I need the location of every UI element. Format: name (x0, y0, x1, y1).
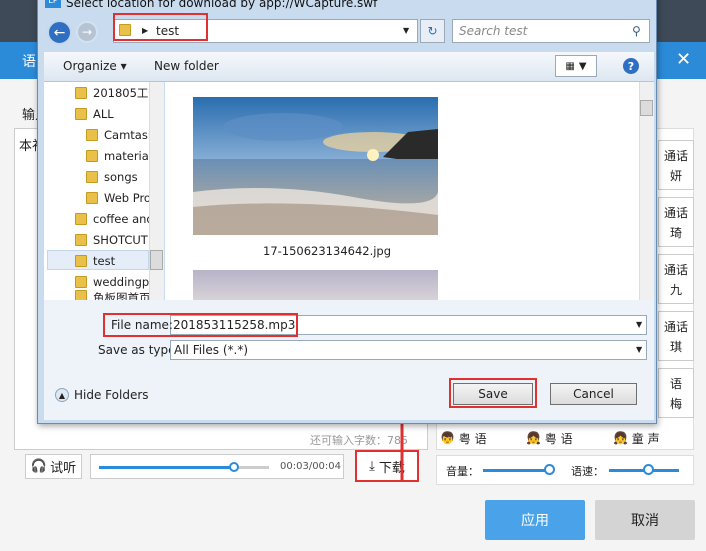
chevron-down-icon[interactable]: ▼ (636, 320, 642, 329)
apply-button[interactable]: 应用 (485, 500, 585, 540)
tree-item-selected[interactable]: test (75, 250, 115, 271)
file-scroll-thumb[interactable] (640, 100, 653, 116)
cancel-button[interactable]: Cancel (550, 383, 637, 405)
search-placeholder: Search test (459, 24, 528, 38)
file-name-highlight-box (103, 313, 298, 337)
avatar-icon: 👦 (440, 431, 459, 445)
app-cancel-button[interactable]: 取消 (595, 500, 695, 540)
listen-button[interactable]: 🎧 试听 (25, 454, 82, 479)
voice-option[interactable]: 👧 童 声 (613, 427, 660, 449)
voice-option[interactable]: 语梅 (658, 368, 694, 418)
chevron-down-icon: ▼ (578, 60, 587, 72)
tree-item[interactable]: SHOTCUT (75, 229, 148, 250)
save-type-label: Save as type: (98, 343, 180, 357)
dialog-title: Select location for download by app://WC… (66, 0, 378, 10)
voice-option[interactable]: 通话琦 (658, 197, 694, 247)
view-menu[interactable]: ▦ ▼ (555, 55, 597, 77)
save-type-value: All Files (*.*) (174, 343, 249, 357)
speed-thumb[interactable] (643, 464, 654, 475)
image-thumbnail[interactable] (193, 270, 438, 300)
volume-thumb[interactable] (544, 464, 555, 475)
back-button[interactable]: ← (47, 20, 72, 45)
chevron-down-icon[interactable]: ▼ (636, 345, 642, 354)
search-icon[interactable]: ⚲ (632, 24, 641, 38)
chevron-up-icon: ▲ (55, 388, 69, 402)
tree-item[interactable]: Camtasi (86, 124, 151, 145)
chevron-down-icon[interactable]: ▼ (403, 26, 409, 35)
tree-item[interactable]: weddingp (75, 271, 149, 292)
beach-sunset-image (193, 97, 438, 235)
volume-label: 音量： (446, 465, 479, 478)
player-thumb[interactable] (229, 462, 239, 472)
folder-icon (75, 290, 87, 300)
tree-item[interactable]: Web Pro (86, 187, 151, 208)
voice-option[interactable]: 通话九 (658, 254, 694, 304)
folder-icon (75, 212, 87, 225)
app-icon: LP (45, 0, 61, 8)
help-icon[interactable]: ? (623, 58, 639, 74)
folder-icon (86, 191, 98, 204)
folder-icon (86, 149, 98, 162)
app-close-icon[interactable]: ✕ (676, 49, 691, 70)
download-icon: ⤓ (369, 458, 375, 474)
speed-label: 语速： (571, 465, 604, 478)
folder-icon (75, 86, 87, 99)
player-progress (99, 466, 234, 469)
file-name-label[interactable]: 17-150623134642.jpg (263, 244, 391, 258)
app-title: 语 (22, 54, 36, 70)
organize-menu[interactable]: Organize ▾ (63, 59, 127, 73)
tree-item[interactable]: 201805工作 (75, 82, 160, 103)
folder-icon (86, 170, 98, 183)
forward-button[interactable]: → (76, 21, 98, 43)
avatar-icon: 👧 (613, 431, 632, 445)
hide-folders-label: Hide Folders (74, 388, 149, 402)
tree-scroll-thumb[interactable] (150, 250, 163, 270)
avatar-icon: 👧 (526, 431, 545, 445)
voice-option[interactable]: 👧 粤 语 (526, 427, 573, 449)
path-highlight-box (113, 13, 208, 41)
player-time: 00:03/00:04 (280, 461, 342, 472)
headphones-icon: 🎧 (30, 459, 48, 474)
new-folder-button[interactable]: New folder (154, 59, 219, 73)
save-highlight-box (449, 378, 537, 408)
folder-icon (75, 107, 87, 120)
tree-item[interactable]: 鱼板图首页 (75, 290, 151, 300)
voice-option[interactable]: 通话琪 (658, 311, 694, 361)
tree-item[interactable]: ALL (75, 103, 114, 124)
voice-option[interactable]: 通话妍 (658, 140, 694, 190)
image-thumbnail[interactable] (193, 97, 438, 235)
folder-icon (75, 275, 87, 288)
voice-option[interactable]: 👦 粤 语 (440, 427, 487, 449)
listen-label: 试听 (50, 461, 77, 476)
folder-icon (75, 233, 87, 246)
folder-icon (75, 254, 87, 267)
view-icon: ▦ (565, 60, 575, 72)
remaining-label: 还可输入字数： (310, 434, 387, 447)
tree-item[interactable]: songs (86, 166, 138, 187)
refresh-icon[interactable]: ↻ (420, 19, 445, 43)
tree-item[interactable]: material (86, 145, 152, 166)
tree-item[interactable]: coffee and (75, 208, 154, 229)
hide-folders-toggle[interactable]: ▲ Hide Folders (55, 388, 149, 402)
volume-slider[interactable] (483, 469, 553, 472)
folder-icon (86, 128, 98, 141)
